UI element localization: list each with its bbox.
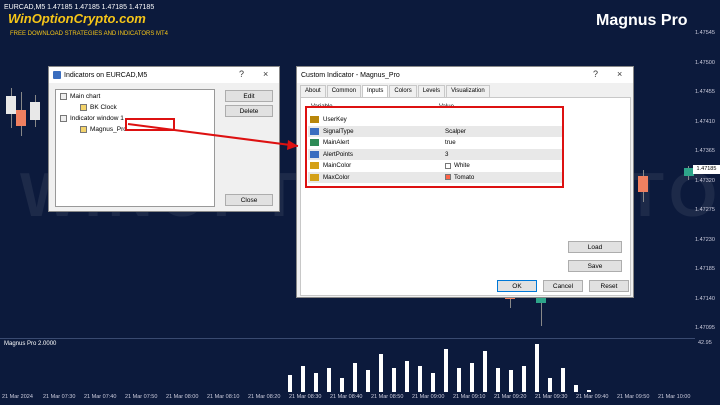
red-arrow (127, 123, 299, 150)
